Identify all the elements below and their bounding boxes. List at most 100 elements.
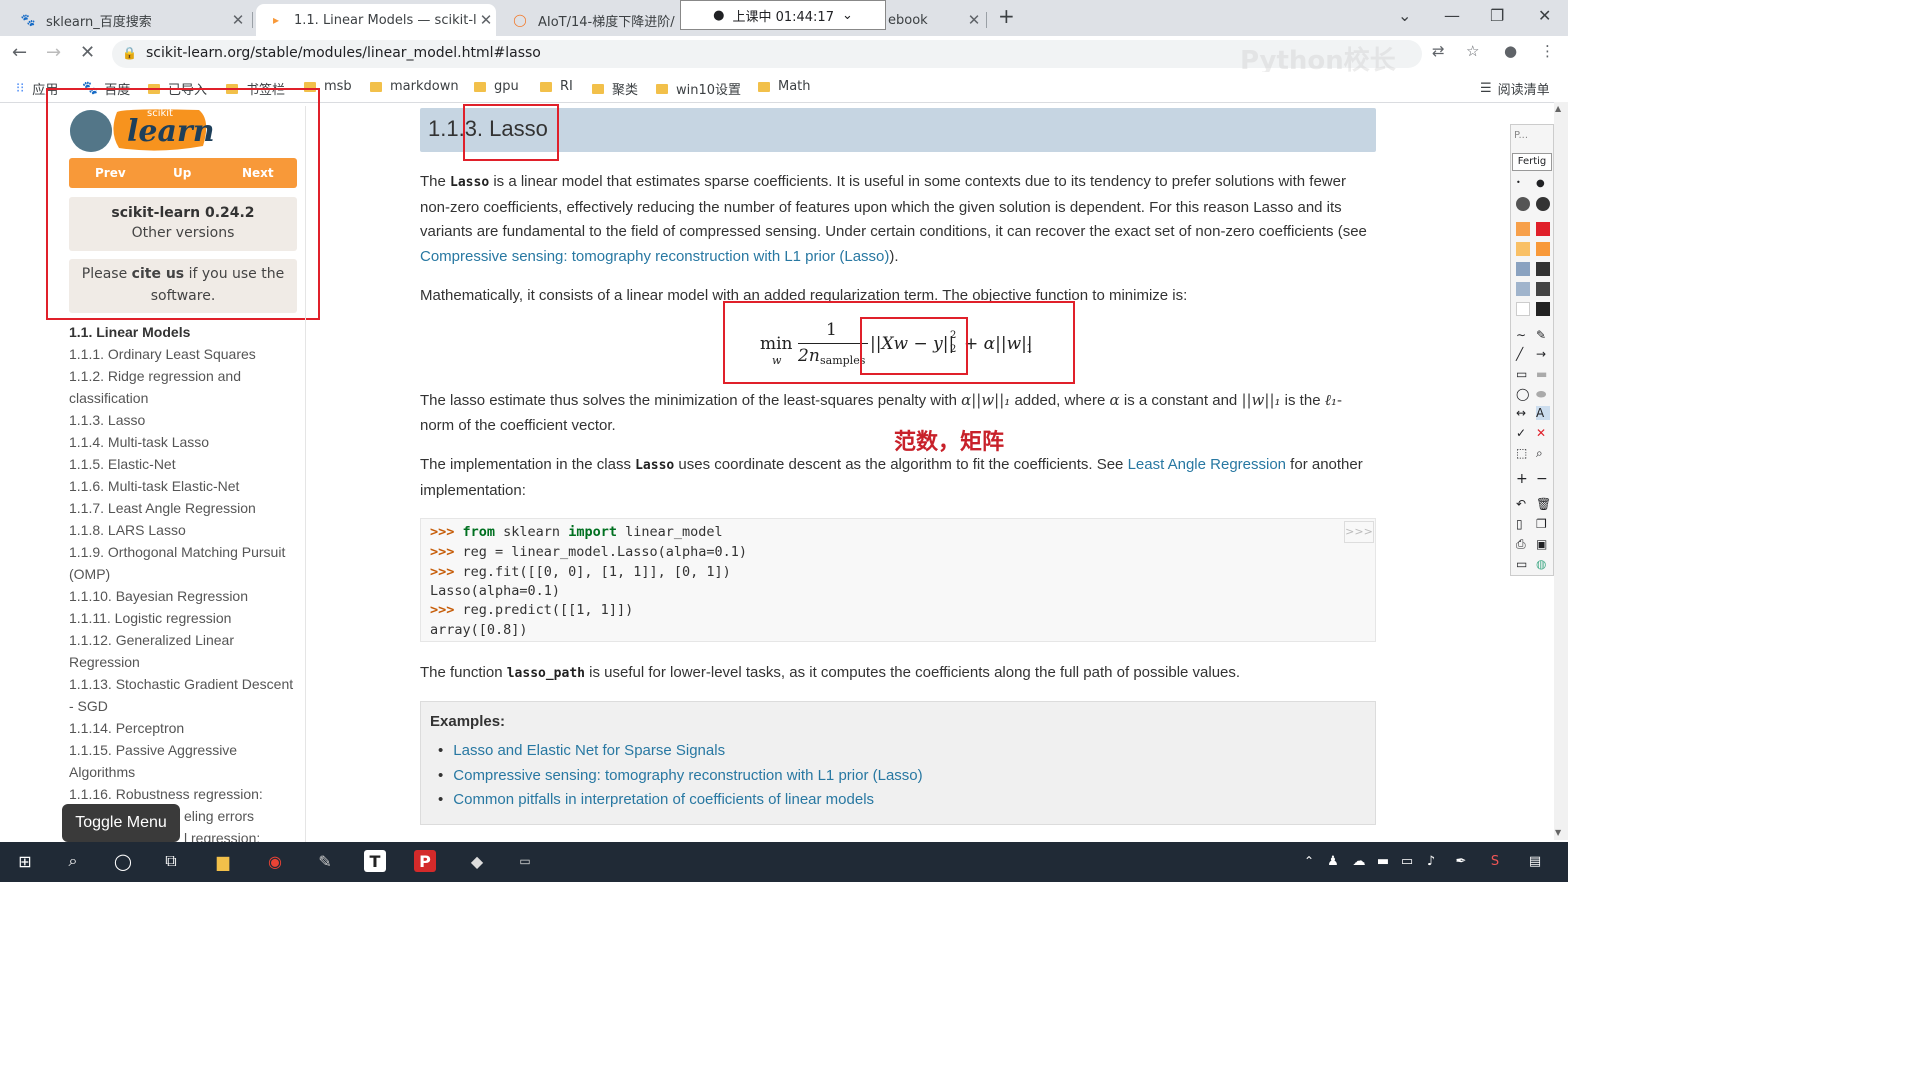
battery-icon[interactable]: ▬	[1372, 850, 1394, 872]
scroll-up-icon[interactable]: ▲	[1555, 104, 1561, 113]
blue-color-icon[interactable]	[1516, 262, 1530, 276]
filled-rectangle-tool-icon[interactable]: ▬	[1536, 367, 1550, 381]
example-link[interactable]: Lasso and Elastic Net for Sparse Signals	[453, 742, 725, 759]
ime-icon[interactable]: S	[1484, 850, 1506, 872]
filled-ellipse-tool-icon[interactable]: ⬬	[1536, 387, 1550, 401]
bookmark-win10[interactable]: win10设置	[656, 79, 741, 98]
translate-icon[interactable]: ⇄	[1432, 42, 1445, 60]
trash-icon[interactable]: 🗑	[1536, 497, 1551, 511]
copy-button[interactable]: >>>	[1344, 521, 1374, 543]
large-dot-icon[interactable]	[1516, 197, 1530, 211]
toc-item[interactable]: l regression:	[184, 830, 260, 842]
new-page-icon[interactable]: ▯	[1516, 517, 1530, 531]
red-color-icon[interactable]	[1536, 222, 1550, 236]
chevron-down-icon[interactable]: ⌄	[842, 8, 853, 23]
terminal-icon[interactable]: ▭	[514, 850, 536, 872]
forward-button[interactable]: →	[46, 42, 61, 63]
volume-icon[interactable]: ♪	[1420, 850, 1442, 872]
notification-icon[interactable]: ▤	[1524, 850, 1546, 872]
toc-item[interactable]: 1.1.2. Ridge regression and	[69, 368, 241, 384]
bookmark-ri[interactable]: RI	[540, 79, 573, 94]
toc-item[interactable]: 1.1.13. Stochastic Gradient Descent	[69, 676, 293, 692]
undo-icon[interactable]: ↶	[1516, 497, 1530, 511]
tab-linear-models[interactable]: ▸ 1.1. Linear Models — scikit-le ✕	[256, 4, 496, 36]
arrow-tool-icon[interactable]: →	[1536, 347, 1550, 361]
save-icon[interactable]: ▣	[1536, 537, 1550, 551]
text-tool-icon[interactable]: A	[1536, 406, 1550, 420]
menu-icon[interactable]: ⋮	[1540, 42, 1555, 60]
pen-icon[interactable]: ✒	[1450, 850, 1472, 872]
close-window-button[interactable]: ✕	[1538, 6, 1551, 25]
app2-icon[interactable]: ◆	[466, 850, 488, 872]
tray-chevron-icon[interactable]: ⌃	[1298, 850, 1320, 872]
orange-color-icon[interactable]	[1516, 222, 1530, 236]
maximize-button[interactable]: ❐	[1490, 6, 1504, 25]
toc-item[interactable]: - SGD	[69, 698, 108, 714]
pen-tool-icon[interactable]: ✎	[1536, 328, 1550, 342]
line-tool-icon[interactable]: ╱	[1516, 347, 1530, 361]
bookmark-markdown[interactable]: markdown	[370, 79, 459, 94]
example-link[interactable]: Common pitfalls in interpretation of coe…	[453, 791, 874, 808]
star-icon[interactable]: ☆	[1466, 42, 1479, 60]
toc-item[interactable]: 1.1.9. Orthogonal Matching Pursuit	[69, 544, 285, 560]
cortana-icon[interactable]: ◯	[112, 850, 134, 872]
globe-icon[interactable]: ◍	[1536, 557, 1550, 571]
tab-search-icon[interactable]: ⌄	[1398, 6, 1411, 25]
screen-icon[interactable]: ▭	[1516, 557, 1530, 571]
toc-item[interactable]: Regression	[69, 654, 140, 670]
toc-item[interactable]: 1.1.7. Least Angle Regression	[69, 500, 256, 516]
compressive-sensing-link[interactable]: Compressive sensing: tomography reconstr…	[420, 248, 889, 265]
toc-item[interactable]: 1.1.6. Multi-task Elastic-Net	[69, 478, 239, 494]
toc-item[interactable]: 1.1.1. Ordinary Least Squares	[69, 346, 256, 362]
minimize-button[interactable]: —	[1444, 6, 1460, 25]
tab-baidu[interactable]: 🐾 sklearn_百度搜索 ✕	[8, 4, 248, 36]
task-view-icon[interactable]: ⧉	[160, 850, 182, 872]
small-dot-icon[interactable]: •	[1516, 178, 1530, 192]
profile-icon[interactable]: ●	[1504, 42, 1517, 60]
curve-tool-icon[interactable]: ∼	[1516, 328, 1530, 342]
print-icon[interactable]: ⎙	[1516, 537, 1530, 551]
close-icon[interactable]: ✕	[964, 11, 984, 29]
toc-item[interactable]: 1.1.10. Bayesian Regression	[69, 588, 248, 604]
toc-item[interactable]: 1.1.12. Generalized Linear	[69, 632, 234, 648]
lightblue-color-icon[interactable]	[1516, 282, 1530, 296]
page-scrollbar[interactable]	[1554, 102, 1568, 840]
tab-ebook[interactable]: ebook ✕	[888, 4, 984, 36]
close-icon[interactable]: ✕	[228, 11, 248, 29]
darkgray-color-icon[interactable]	[1536, 282, 1550, 296]
toc-item[interactable]: 1.1. Linear Models	[69, 324, 190, 340]
windows-start-icon[interactable]: ⊞	[14, 850, 36, 872]
reading-list-button[interactable]: ☰ 阅读清单	[1480, 79, 1550, 98]
yellow-color-icon[interactable]	[1516, 242, 1530, 256]
zoom-icon[interactable]: ⌕	[1536, 446, 1550, 460]
black2-color-icon[interactable]	[1536, 302, 1550, 316]
pdf-reader-icon[interactable]: P	[414, 850, 436, 872]
typora-icon[interactable]: T	[364, 850, 386, 872]
toc-item[interactable]: 1.1.4. Multi-task Lasso	[69, 434, 209, 450]
bookmark-math[interactable]: Math	[758, 79, 811, 94]
remove-icon[interactable]: −	[1536, 471, 1550, 487]
close-icon[interactable]: ✕	[476, 11, 496, 29]
toc-item[interactable]: Algorithms	[69, 764, 135, 780]
toc-item[interactable]: 1.1.5. Elastic-Net	[69, 456, 176, 472]
toc-item[interactable]: 1.1.3. Lasso	[69, 412, 145, 428]
toc-item[interactable]: eling errors	[184, 808, 254, 824]
toggle-menu-button[interactable]: Toggle Menu	[62, 804, 180, 842]
scroll-down-icon[interactable]: ▼	[1555, 828, 1561, 837]
double-arrow-tool-icon[interactable]: ↔	[1516, 406, 1530, 420]
toc-item[interactable]: 1.1.15. Passive Aggressive	[69, 742, 237, 758]
tray-app-icon[interactable]: ♟	[1322, 850, 1344, 872]
least-angle-regression-link[interactable]: Least Angle Regression	[1128, 456, 1286, 473]
rectangle-tool-icon[interactable]: ▭	[1516, 367, 1530, 381]
back-button[interactable]: ←	[12, 42, 27, 63]
medium-dot-icon[interactable]: ●	[1536, 178, 1550, 192]
app-icon[interactable]: ✎	[314, 850, 336, 872]
stop-loading-button[interactable]: ✕	[80, 42, 95, 63]
onedrive-icon[interactable]: ☁	[1348, 850, 1370, 872]
ellipse-tool-icon[interactable]: ◯	[1516, 387, 1530, 401]
amber-color-icon[interactable]	[1536, 242, 1550, 256]
cross-icon[interactable]: ✕	[1536, 426, 1550, 440]
toc-item[interactable]: classification	[69, 390, 148, 406]
toc-item[interactable]: 1.1.16. Robustness regression:	[69, 786, 263, 802]
fertig-button[interactable]: Fertig	[1512, 153, 1552, 171]
